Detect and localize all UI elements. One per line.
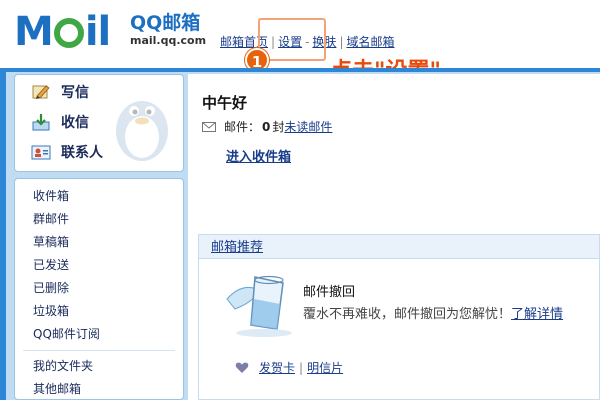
folder-inbox[interactable]: 收件箱 (15, 185, 183, 208)
recall-feature-title: 邮件撤回 (303, 285, 356, 300)
card-links: 发贺卡 | 明信片 (235, 359, 343, 376)
contact-card-icon (31, 143, 51, 161)
learn-more-link[interactable]: 了解详情 (511, 307, 563, 322)
postcard-link[interactable]: 明信片 (307, 359, 343, 376)
nav-separator: | (339, 35, 344, 49)
folder-drafts[interactable]: 草稿箱 (15, 231, 183, 254)
folder-sent[interactable]: 已发送 (15, 254, 183, 277)
recommendation-body: 邮件撤回 覆水不再难收，邮件撤回为您解忧！了解详情 发贺卡 | 明信片 (199, 259, 599, 399)
folder-deleted[interactable]: 已删除 (15, 277, 183, 300)
logo-letters-il: il (84, 9, 111, 55)
pencil-icon (31, 83, 51, 101)
mail-count-value: 0 (262, 119, 271, 134)
logo-url: mail.qq.com (130, 34, 207, 47)
greeting-card-link[interactable]: 发贺卡 (259, 359, 295, 376)
folder-group-mail[interactable]: 群邮件 (15, 208, 183, 231)
contacts-label: 联系人 (61, 145, 103, 161)
folder-subscriptions[interactable]: QQ邮件订阅 (15, 323, 183, 346)
recommendation-header: 邮箱推荐 (199, 235, 599, 259)
logo-ring-icon (53, 18, 84, 48)
folder-spam[interactable]: 垃圾箱 (15, 300, 183, 323)
sidebar-folders: 收件箱 群邮件 草稿箱 已发送 已删除 垃圾箱 QQ邮件订阅 我的文件夹 其他邮… (14, 178, 184, 400)
card-link-separator: | (299, 360, 304, 375)
greeting-title: 中午好 (202, 94, 248, 112)
main-content: 中午好 邮件： 0 封 未读邮件 进入收件箱 邮箱推荐 邮件撤回 覆水不再难收，… (188, 74, 600, 400)
qqmail-logo[interactable]: M il (14, 9, 111, 55)
unread-mail-link[interactable]: 未读邮件 (284, 118, 332, 135)
inbox-download-icon (31, 113, 51, 131)
recall-feature-description: 覆水不再难收，邮件撤回为您解忧！了解详情 (303, 303, 563, 322)
logo-letter-m: M (14, 9, 54, 55)
receive-label: 收信 (61, 115, 89, 131)
settings-highlight-box (258, 18, 326, 61)
recommendation-header-link[interactable]: 邮箱推荐 (211, 240, 263, 255)
enter-inbox-link[interactable]: 进入收件箱 (226, 146, 291, 165)
sidebar-actions: 写信 收信 联系人 (14, 74, 184, 172)
mail-count-prefix: 邮件： (224, 120, 261, 134)
logo-brand-name: QQ邮箱 (130, 12, 201, 34)
folder-divider (23, 350, 175, 351)
water-glass-icon (226, 275, 292, 337)
heart-icon (235, 362, 249, 373)
penguin-watermark-icon (116, 101, 168, 161)
logo-text: QQ邮箱 mail.qq.com (130, 12, 206, 48)
mail-summary: 邮件： 0 封 未读邮件 (202, 118, 332, 135)
mail-count-suffix: 封 (272, 120, 285, 134)
folder-other-mailboxes[interactable]: 其他邮箱 (15, 378, 183, 400)
recall-description-text: 覆水不再难收，邮件撤回为您解忧！ (303, 307, 512, 322)
envelope-icon (202, 121, 216, 132)
header: M il QQ邮箱 mail.qq.com 邮箱首页 | 设置 - 换肤 | 域名邮箱 1 … (0, 0, 600, 84)
compose-label: 写信 (61, 85, 89, 101)
folder-my-folders[interactable]: 我的文件夹 (15, 355, 183, 378)
nav-domain-mail-link[interactable]: 域名邮箱 (346, 35, 394, 49)
recommendation-panel: 邮箱推荐 邮件撤回 覆水不再难收，邮件撤回为您解忧！了解详情 发贺卡 | 明信片 (198, 234, 600, 400)
